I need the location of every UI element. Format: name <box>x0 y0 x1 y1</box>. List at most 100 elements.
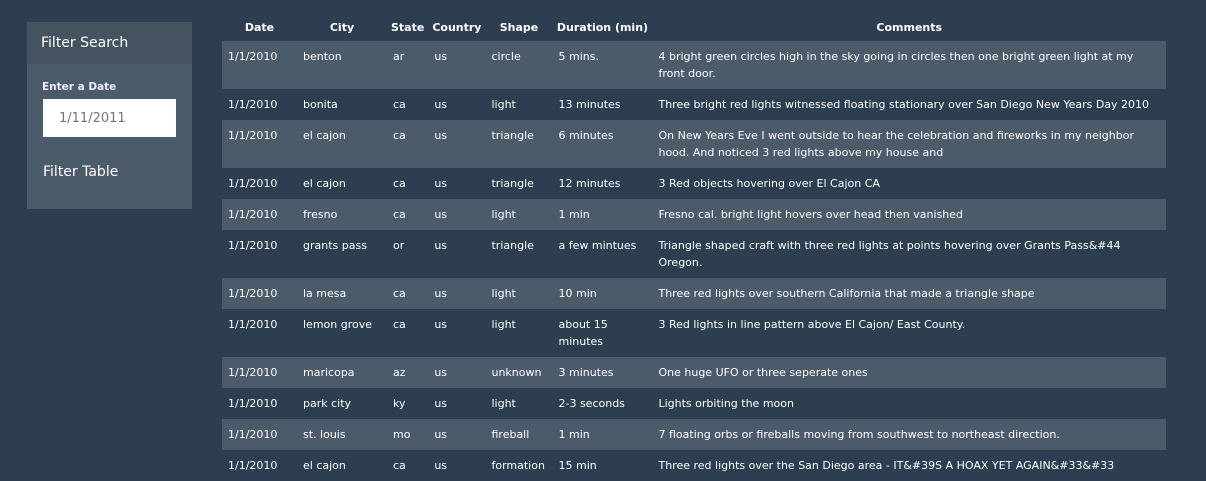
table-row: 1/1/2010 park city ky us light 2-3 seconds Lig… <box>222 388 1166 419</box>
date-input[interactable] <box>43 99 176 137</box>
table-cell: 13 minutes <box>558 98 621 111</box>
table-cell: us <box>434 129 448 142</box>
table-cell: formation <box>491 459 545 472</box>
table-cell: az <box>393 366 406 379</box>
table-cell: el cajon <box>303 177 346 190</box>
table-cell: us <box>434 50 448 63</box>
table-cell: 1/1/2010 <box>228 129 278 142</box>
table-cell: 1/1/2010 <box>228 397 278 410</box>
table-cell: light <box>491 397 516 410</box>
table-cell: One huge UFO or three seperate ones <box>658 366 868 379</box>
table-cell: ca <box>393 98 406 111</box>
table-row: 1/1/2010 bonita ca us light 13 minutes Three b… <box>222 89 1166 120</box>
table-row: 1/1/2010 lemon grove ca us light about 15 min… <box>222 309 1166 357</box>
table-cell: 1/1/2010 <box>228 98 278 111</box>
table-cell: 1/1/2010 <box>228 287 278 300</box>
column-header: Date <box>244 21 275 34</box>
table-row: 1/1/2010 grants pass or us triangle a few min… <box>222 230 1166 278</box>
table-cell: us <box>434 428 448 441</box>
table-cell: 1/1/2010 <box>228 366 278 379</box>
table-cell: st. louis <box>303 428 346 441</box>
table-cell: 3 minutes <box>558 366 614 379</box>
table-cell: 15 min <box>558 459 597 472</box>
table-cell: Fresno cal. bright light hovers over hea… <box>658 208 963 221</box>
table-cell: us <box>434 287 448 300</box>
table-cell: triangle <box>491 129 534 142</box>
table-cell: el cajon <box>303 459 346 472</box>
table-cell: us <box>434 239 448 252</box>
table-cell: 1/1/2010 <box>228 239 278 252</box>
table-header-row: Date City State Country Shape Duration (min) C… <box>222 14 1166 41</box>
table-cell: us <box>434 208 448 221</box>
table-cell: la mesa <box>303 287 347 300</box>
table-row: 1/1/2010 el cajon ca us triangle 12 minutes 3 … <box>222 168 1166 199</box>
table-cell: Triangle shaped craft with three red lig… <box>658 239 1121 269</box>
column-header: Country <box>432 21 482 34</box>
table-cell: Three red lights over southern Californi… <box>658 287 1035 300</box>
table-cell: 1/1/2010 <box>228 318 278 331</box>
table-row: 1/1/2010 el cajon ca us triangle 6 minutes On … <box>222 120 1166 168</box>
table-cell: us <box>434 177 448 190</box>
table-cell: light <box>491 98 516 111</box>
table-cell: 12 minutes <box>558 177 621 190</box>
table-row: 1/1/2010 el cajon ca us formation 15 min Three… <box>222 450 1166 481</box>
table-cell: Three bright red lights witnessed floati… <box>658 98 1150 111</box>
table-cell: 7 floating orbs or fireballs moving from… <box>658 428 1060 441</box>
table-cell: us <box>434 98 448 111</box>
column-header: State <box>391 21 425 34</box>
table-cell: light <box>491 208 516 221</box>
table-cell: a few mintues <box>558 239 637 252</box>
table-cell: ca <box>393 208 406 221</box>
table-row: 1/1/2010 maricopa az us unknown 3 minutes One … <box>222 357 1166 388</box>
table-cell: 5 mins. <box>558 50 599 63</box>
column-header: City <box>329 21 355 34</box>
table-cell: 1/1/2010 <box>228 50 278 63</box>
ufo-table: Date City State Country Shape Duration (min) C… <box>222 14 1166 481</box>
table-cell: ca <box>393 287 406 300</box>
table-cell: fresno <box>303 208 338 221</box>
filter-table-button[interactable]: Filter Table <box>43 164 192 180</box>
table-cell: 1/1/2010 <box>228 177 278 190</box>
table-cell: 1 min <box>558 208 590 221</box>
table-cell: Lights orbiting the moon <box>658 397 794 410</box>
filter-sidebar: Filter Search Enter a Date Filter Table <box>27 22 192 209</box>
table-cell: 1/1/2010 <box>228 459 278 472</box>
date-label: Enter a Date <box>42 81 117 93</box>
table-cell: benton <box>303 50 342 63</box>
table-cell: 4 bright green circles high in the sky g… <box>658 50 1134 80</box>
table-cell: 1/1/2010 <box>228 208 278 221</box>
table-cell: or <box>393 239 405 252</box>
table-cell: park city <box>303 397 352 410</box>
table-cell: us <box>434 366 448 379</box>
table-cell: 1/1/2010 <box>228 428 278 441</box>
table-cell: 6 minutes <box>558 129 614 142</box>
filter-search-title: Filter Search <box>27 22 192 64</box>
table-cell: grants pass <box>303 239 367 252</box>
table-cell: 10 min <box>558 287 597 300</box>
table-cell: maricopa <box>303 366 355 379</box>
column-header: Shape <box>499 21 539 34</box>
table-row: 1/1/2010 fresno ca us light 1 min Fresno cal. … <box>222 199 1166 230</box>
table-cell: ca <box>393 459 406 472</box>
table-cell: ca <box>393 318 406 331</box>
table-row: 1/1/2010 la mesa ca us light 10 min Three red … <box>222 278 1166 309</box>
table-cell: ky <box>393 397 406 410</box>
table-cell: 1 min <box>558 428 590 441</box>
table-cell: triangle <box>491 177 534 190</box>
table-cell: 3 Red objects hovering over El Cajon CA <box>658 177 880 190</box>
table-cell: light <box>491 287 516 300</box>
table-cell: ar <box>393 50 405 63</box>
table-cell: ca <box>393 177 406 190</box>
column-header: Comments <box>876 21 943 34</box>
table-cell: On New Years Eve I went outside to hear … <box>658 129 1134 159</box>
table-cell: lemon grove <box>303 318 373 331</box>
table-cell: fireball <box>491 428 530 441</box>
table-cell: 2-3 seconds <box>558 397 625 410</box>
table-cell: mo <box>393 428 411 441</box>
table-cell: us <box>434 459 448 472</box>
column-header: Duration (min) <box>556 21 649 34</box>
table-row: 1/1/2010 benton ar us circle 5 mins. 4 bright … <box>222 41 1166 89</box>
table-cell: unknown <box>491 366 542 379</box>
table-cell: about 15 minutes <box>558 318 608 348</box>
table-cell: triangle <box>491 239 534 252</box>
